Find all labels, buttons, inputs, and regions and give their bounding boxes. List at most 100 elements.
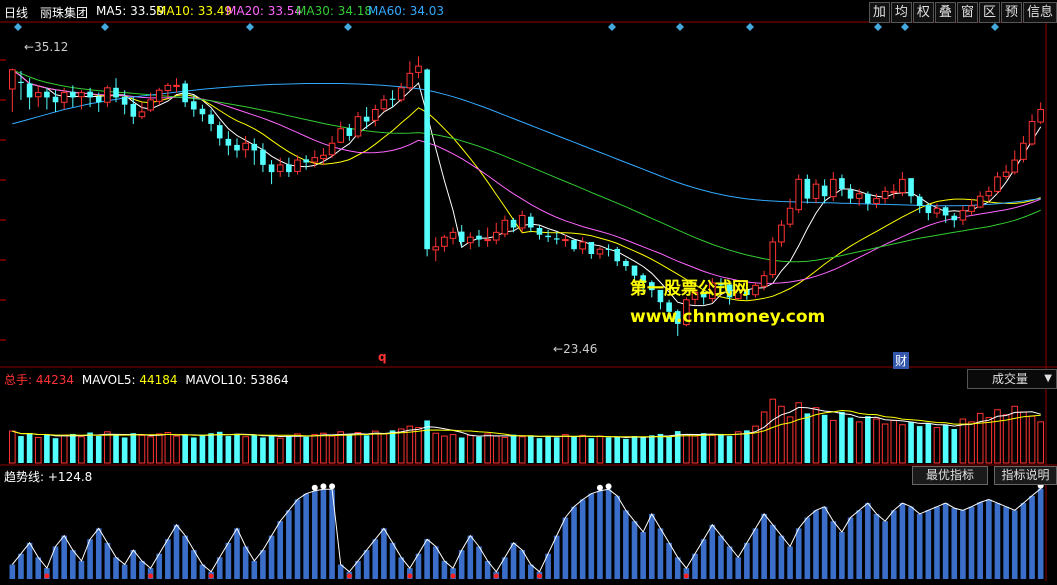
candle-body [320,154,327,160]
candle-body [276,164,284,172]
volume-bar [614,436,621,463]
candle-body [424,69,430,250]
volume-bar [363,435,370,463]
ma30-value: 34.18 [337,4,373,18]
chart-canvas[interactable] [0,0,1057,581]
volume-bar [294,433,301,464]
indicator-value: +124.8 [47,470,93,484]
candle-body [441,236,448,247]
volume-bar [908,421,914,463]
indicator-bar [744,542,750,579]
volume-bar [458,437,465,463]
indicator-bar [977,502,983,579]
indicator-bar [778,535,785,579]
toolbar-info-button[interactable]: 信息 [1022,2,1057,23]
candle-body [87,91,93,98]
volume-bar [942,424,949,463]
toolbar-window-button[interactable]: 窗 [956,2,978,23]
volume-bar [795,402,803,464]
volume-bar [631,436,638,463]
indicator-bar [709,524,716,579]
candle-body [251,143,258,151]
indicator-bar [908,506,914,579]
candle-body [449,231,457,239]
candle-body [467,236,474,244]
indicator-bar [666,542,672,579]
indicator-bar [968,506,975,579]
volume-bar [104,431,111,464]
volume-bar [26,433,33,463]
candle-body [199,108,206,115]
candle-body [389,98,396,100]
volume-bar [95,436,102,463]
volume-bar [596,435,604,464]
volume-bar [328,435,336,464]
volume-indicator-dropdown[interactable]: 成交量 ▼ [967,369,1057,389]
low-arrow-icon: ← [553,342,564,356]
candle-body [942,207,949,216]
volume-bar [691,435,699,464]
toolbar-add-button[interactable]: 加 [868,2,890,23]
volume-bar [769,398,777,464]
candle-body [492,231,500,241]
candle-body [553,238,560,240]
indicator-bar [320,489,327,579]
event-marker-q[interactable]: q [378,350,387,364]
candle-body [536,228,543,235]
volume-bar [579,434,586,464]
candle-body [190,101,197,110]
indicator-explain-button[interactable]: 指标说明 [994,466,1057,485]
volume-bar [518,436,526,464]
indicator-bar [1003,506,1009,579]
candle-body [865,193,871,204]
indicator-bar [882,521,888,579]
indicator-bar [571,506,577,579]
candle-body [52,96,59,103]
candle-body [130,103,137,117]
indicator-bar [562,517,569,579]
indicator-bar [597,490,603,579]
indicator-bar [251,560,258,579]
stock-name: 丽珠集团 [40,6,89,20]
toolbar-rights-button[interactable]: 权 [912,2,934,23]
volume-bar [467,434,474,464]
candle-body [397,87,405,101]
volume-bar [528,435,534,463]
indicator-bar [294,499,301,579]
candle-body [113,87,119,98]
indicator-bar [113,557,119,579]
trough-dot [407,573,413,579]
period-label: 日线 [4,6,29,20]
indicator-bar [726,546,733,579]
trough-dot [44,573,50,579]
candle-body [225,138,232,146]
indicator-bar [614,495,621,579]
event-marker-finance[interactable]: 财 [893,352,910,369]
indicator-bar [579,499,586,579]
indicator-bar [718,535,724,579]
indicator-bar [951,508,958,579]
volume-bar [432,432,440,464]
watermark-title: 第一股票公式网 [630,279,749,299]
indicator-bar [865,503,871,579]
toolbar-average-button[interactable]: 均 [890,2,912,23]
best-indicator-button[interactable]: 最优指标 [912,466,988,485]
candle-body [976,195,984,208]
toolbar-range-button[interactable]: 区 [978,2,1000,23]
toolbar-overlay-button[interactable]: 叠 [934,2,956,23]
indicator-bar [424,539,430,579]
volume-bar [130,433,137,463]
indicator-bar [242,546,249,579]
toolbar-forecast-button[interactable]: 预 [1000,2,1022,23]
volume-bar [242,436,249,464]
trough-dot [493,573,499,579]
volume-bar [476,436,482,463]
indicator-bar [139,560,145,579]
peak-dot [605,483,612,490]
ma5-readout: MA5: 33.59 [96,4,165,18]
volume-bar [354,432,362,464]
candle-body [812,183,820,199]
volume-bar [60,434,68,464]
indicator-bar [787,546,793,579]
header-bar: 日线 丽珠集团 MA5: 33.59 MA10: 33.49 MA20: 33.… [0,0,1057,23]
